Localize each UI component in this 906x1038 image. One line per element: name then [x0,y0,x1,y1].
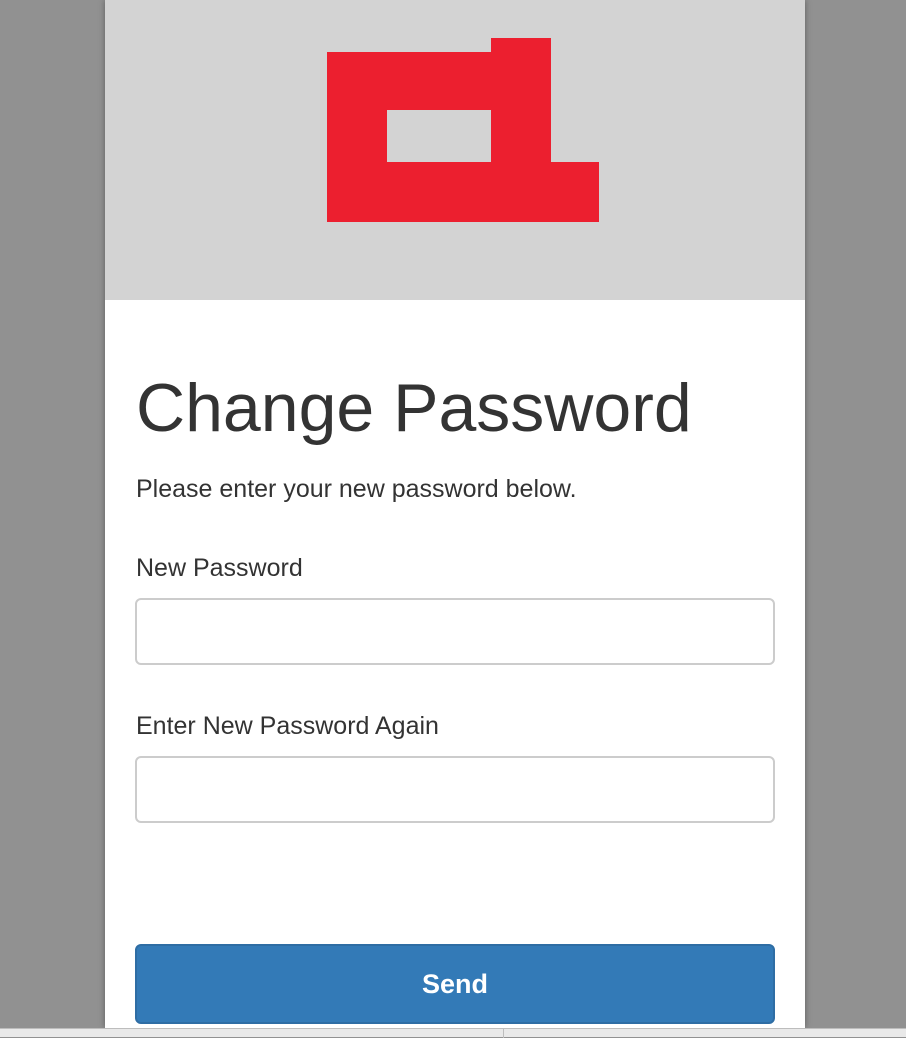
new-password-label: New Password [136,554,303,582]
new-password-input[interactable] [135,598,775,665]
send-button[interactable]: Send [135,944,775,1024]
page-title: Change Password [136,370,692,446]
window-bottom-bar [0,1028,906,1038]
confirm-password-input[interactable] [135,756,775,823]
confirm-password-label: Enter New Password Again [136,712,439,740]
logo-banner [105,0,805,300]
change-password-card: Change Password Please enter your new pa… [105,0,805,1028]
page-subtitle: Please enter your new password below. [136,475,577,503]
brand-logo-icon [327,38,599,222]
